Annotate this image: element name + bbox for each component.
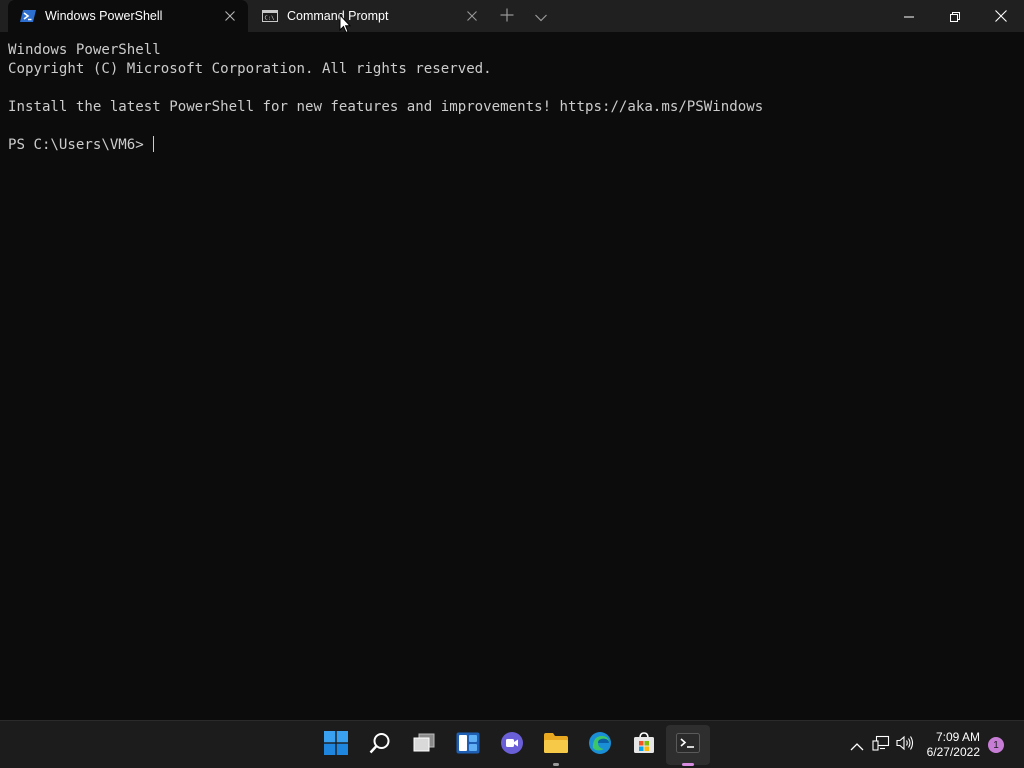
window-controls <box>886 0 1024 32</box>
active-indicator <box>682 763 694 766</box>
running-indicator <box>553 763 559 766</box>
chevron-down-icon <box>535 7 547 26</box>
restore-button[interactable] <box>932 0 978 32</box>
chat-button[interactable] <box>490 721 534 768</box>
notification-badge[interactable]: 1 <box>988 737 1004 753</box>
widgets-button[interactable] <box>446 721 490 768</box>
close-icon[interactable] <box>458 2 486 30</box>
file-explorer-icon <box>543 732 569 758</box>
tab-command-prompt[interactable]: C:\ Command Prompt <box>250 0 490 32</box>
minimize-icon <box>904 7 914 26</box>
start-icon <box>324 731 348 759</box>
store-button[interactable] <box>622 721 666 768</box>
prompt-line[interactable]: PS C:\Users\VM6> <box>8 136 1016 155</box>
new-tab-button[interactable] <box>490 0 524 32</box>
taskbar-apps <box>314 721 710 768</box>
search-icon <box>369 732 391 758</box>
tab-windows-powershell[interactable]: Windows PowerShell <box>8 0 248 32</box>
mouse-pointer-icon <box>339 14 351 34</box>
chevron-up-icon <box>850 736 864 755</box>
edge-icon <box>588 731 612 759</box>
restore-icon <box>950 7 960 26</box>
tab-dropdown-button[interactable] <box>524 0 558 32</box>
terminal-button[interactable] <box>666 725 710 766</box>
clock[interactable]: 7:09 AM 6/27/2022 <box>917 730 988 760</box>
start-button[interactable] <box>314 721 358 768</box>
task-view-icon <box>413 733 435 757</box>
show-hidden-icons-button[interactable] <box>845 721 869 768</box>
file-explorer-button[interactable] <box>534 721 578 768</box>
task-view-button[interactable] <box>402 721 446 768</box>
terminal-line: Install the latest PowerShell for new fe… <box>8 99 764 115</box>
taskbar: 7:09 AM 6/27/2022 1 <box>0 720 1024 768</box>
powershell-icon <box>20 8 36 24</box>
terminal-line: Windows PowerShell <box>8 42 161 58</box>
edge-button[interactable] <box>578 721 622 768</box>
close-icon <box>995 7 1007 26</box>
tab-title: Windows PowerShell <box>45 9 163 23</box>
terminal-output[interactable]: Windows PowerShell Copyright (C) Microso… <box>0 32 1024 720</box>
clock-date: 6/27/2022 <box>926 745 980 759</box>
tab-title: Command Prompt <box>287 9 389 23</box>
volume-icon <box>896 735 914 755</box>
terminal-icon <box>676 733 700 757</box>
prompt-text: PS C:\Users\VM6> <box>8 137 153 153</box>
store-icon <box>633 732 655 758</box>
network-icon <box>872 735 890 755</box>
title-bar: Windows PowerShell C:\ Command Prompt <box>0 0 1024 32</box>
text-cursor <box>153 136 155 152</box>
system-tray: 7:09 AM 6/27/2022 1 <box>845 721 1024 768</box>
terminal-line: Copyright (C) Microsoft Corporation. All… <box>8 61 492 77</box>
volume-button[interactable] <box>893 721 917 768</box>
chat-icon <box>500 731 524 759</box>
plus-icon <box>500 7 514 26</box>
widgets-icon <box>456 732 480 758</box>
network-button[interactable] <box>869 721 893 768</box>
cmd-icon: C:\ <box>262 8 278 24</box>
clock-time: 7:09 AM <box>935 730 980 744</box>
close-icon[interactable] <box>216 2 244 30</box>
search-button[interactable] <box>358 721 402 768</box>
close-window-button[interactable] <box>978 0 1024 32</box>
minimize-button[interactable] <box>886 0 932 32</box>
svg-text:C:\: C:\ <box>265 16 275 22</box>
